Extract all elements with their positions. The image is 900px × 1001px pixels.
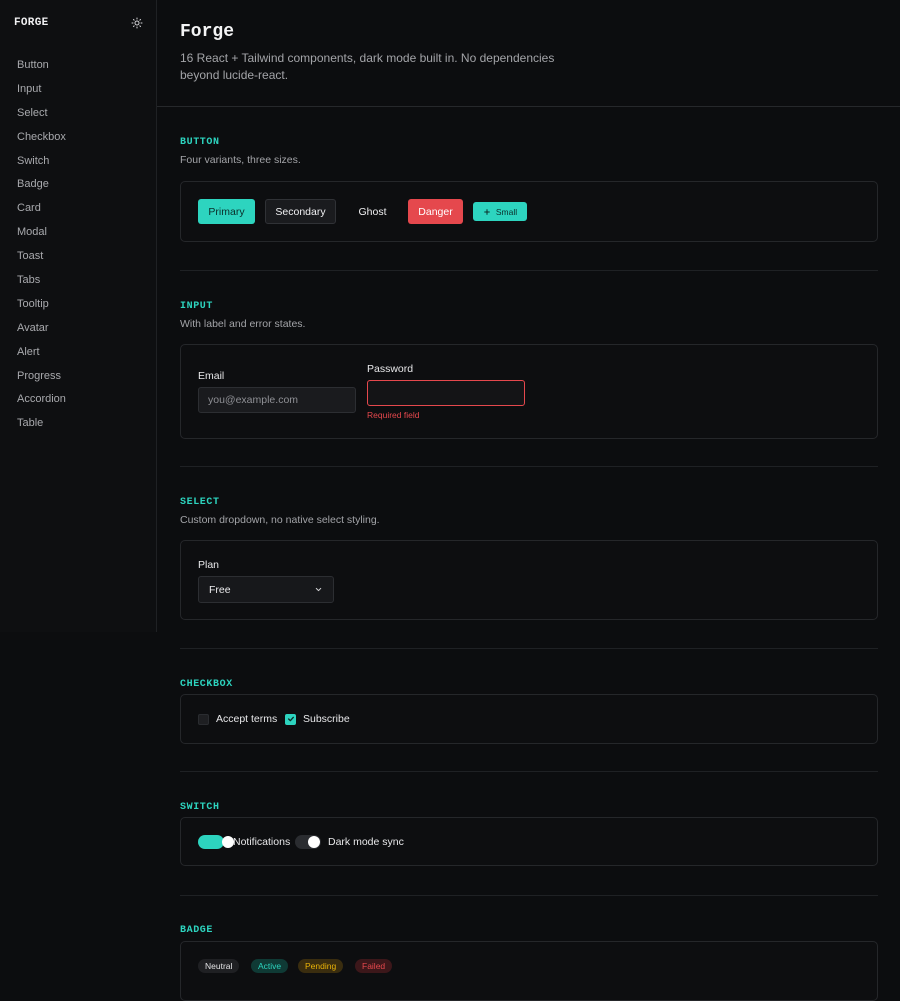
- switch-knob: [222, 836, 234, 848]
- plus-icon: [484, 208, 490, 215]
- section-title-button: BUTTON: [180, 137, 220, 148]
- sidebar-item-tabs[interactable]: Tabs: [0, 268, 156, 292]
- section-title-checkbox: CHECKBOX: [180, 679, 233, 690]
- switch-knob: [308, 836, 320, 848]
- brand-logo: FORGE: [14, 17, 49, 29]
- checkbox-label: Subscribe: [303, 713, 350, 725]
- sidebar-item-switch[interactable]: Switch: [0, 149, 156, 173]
- sidebar-item-badge[interactable]: Badge: [0, 172, 156, 196]
- button-demo-panel: Primary Secondary Ghost Danger Small: [180, 181, 878, 242]
- sidebar-item-tooltip[interactable]: Tooltip: [0, 292, 156, 316]
- section-divider: [180, 895, 878, 896]
- badge-neutral: Neutral: [198, 959, 240, 973]
- switch-track-off: [295, 835, 321, 849]
- section-title-input: INPUT: [180, 301, 214, 312]
- section-desc-select: Custom dropdown, no native select stylin…: [180, 514, 380, 526]
- sidebar: FORGE Button Input Select Checkbox Switc…: [0, 0, 157, 632]
- section-title-select: SELECT: [180, 497, 220, 508]
- subscribe-checkbox[interactable]: Subscribe: [285, 713, 350, 725]
- checkbox-label: Accept terms: [216, 713, 278, 725]
- ghost-button[interactable]: Ghost: [347, 199, 398, 224]
- sun-icon: [131, 17, 143, 29]
- switch-track-on: [198, 835, 234, 849]
- dark-mode-sync-switch[interactable]: Dark mode sync: [295, 835, 404, 849]
- chevron-down-icon: [315, 587, 322, 592]
- checkbox-demo-panel: Accept terms Subscribe: [180, 694, 878, 744]
- sidebar-item-table[interactable]: Table: [0, 411, 156, 435]
- sidebar-item-progress[interactable]: Progress: [0, 364, 156, 388]
- password-field[interactable]: [367, 380, 525, 406]
- badge-demo-panel: Neutral Active Pending Failed: [180, 941, 878, 1001]
- page-header: Forge 16 React + Tailwind components, da…: [157, 0, 900, 107]
- accept-terms-checkbox[interactable]: Accept terms: [198, 713, 277, 725]
- plan-select[interactable]: Free: [198, 576, 334, 603]
- badge-failed: Failed: [355, 959, 393, 973]
- section-divider: [180, 771, 878, 772]
- section-divider: [180, 648, 878, 649]
- notifications-switch[interactable]: Notifications: [198, 835, 290, 849]
- small-button-label: Small: [495, 206, 518, 217]
- sidebar-item-checkbox[interactable]: Checkbox: [0, 125, 156, 149]
- page-title: Forge: [180, 22, 235, 42]
- check-icon: [287, 716, 294, 722]
- switch-demo-panel: Notifications Dark mode sync: [180, 817, 878, 866]
- input-demo-panel: Email Password Required field: [180, 344, 878, 439]
- plan-label: Plan: [198, 559, 220, 571]
- checkbox-box: [198, 713, 209, 725]
- badge-pending: Pending: [298, 959, 344, 973]
- section-desc-input: With label and error states.: [180, 318, 306, 330]
- sidebar-item-toast[interactable]: Toast: [0, 244, 156, 268]
- sidebar-item-alert[interactable]: Alert: [0, 340, 156, 364]
- section-divider: [180, 270, 878, 271]
- sidebar-item-accordion[interactable]: Accordion: [0, 387, 156, 411]
- switch-label: Dark mode sync: [328, 836, 404, 848]
- email-label: Email: [198, 370, 225, 382]
- email-field[interactable]: [198, 387, 356, 413]
- switch-label: Notifications: [233, 836, 291, 848]
- sidebar-item-avatar[interactable]: Avatar: [0, 316, 156, 340]
- small-button[interactable]: Small: [473, 202, 527, 221]
- sidebar-item-card[interactable]: Card: [0, 196, 156, 220]
- secondary-button[interactable]: Secondary: [265, 199, 336, 224]
- sidebar-item-modal[interactable]: Modal: [0, 220, 156, 244]
- page-subtitle: 16 React + Tailwind components, dark mod…: [180, 51, 555, 82]
- badge-active: Active: [251, 959, 289, 973]
- section-title-switch: SWITCH: [180, 802, 220, 813]
- primary-button[interactable]: Primary: [198, 199, 255, 224]
- sidebar-item-input[interactable]: Input: [0, 77, 156, 101]
- section-title-badge: BADGE: [180, 925, 214, 936]
- sidebar-item-select[interactable]: Select: [0, 101, 156, 125]
- sidebar-item-button[interactable]: Button: [0, 53, 156, 77]
- danger-button[interactable]: Danger: [408, 199, 463, 224]
- password-label: Password: [367, 363, 414, 375]
- password-error-text: Required field: [367, 410, 420, 420]
- section-desc-button: Four variants, three sizes.: [180, 154, 301, 166]
- select-demo-panel: Plan Free: [180, 540, 878, 620]
- theme-toggle-button[interactable]: [129, 15, 145, 31]
- section-divider: [180, 466, 878, 467]
- checkbox-box-checked: [285, 713, 296, 725]
- sidebar-nav: Button Input Select Checkbox Switch Badg…: [0, 53, 156, 435]
- main-content: Forge 16 React + Tailwind components, da…: [157, 0, 900, 1001]
- plan-select-value: Free: [209, 583, 231, 596]
